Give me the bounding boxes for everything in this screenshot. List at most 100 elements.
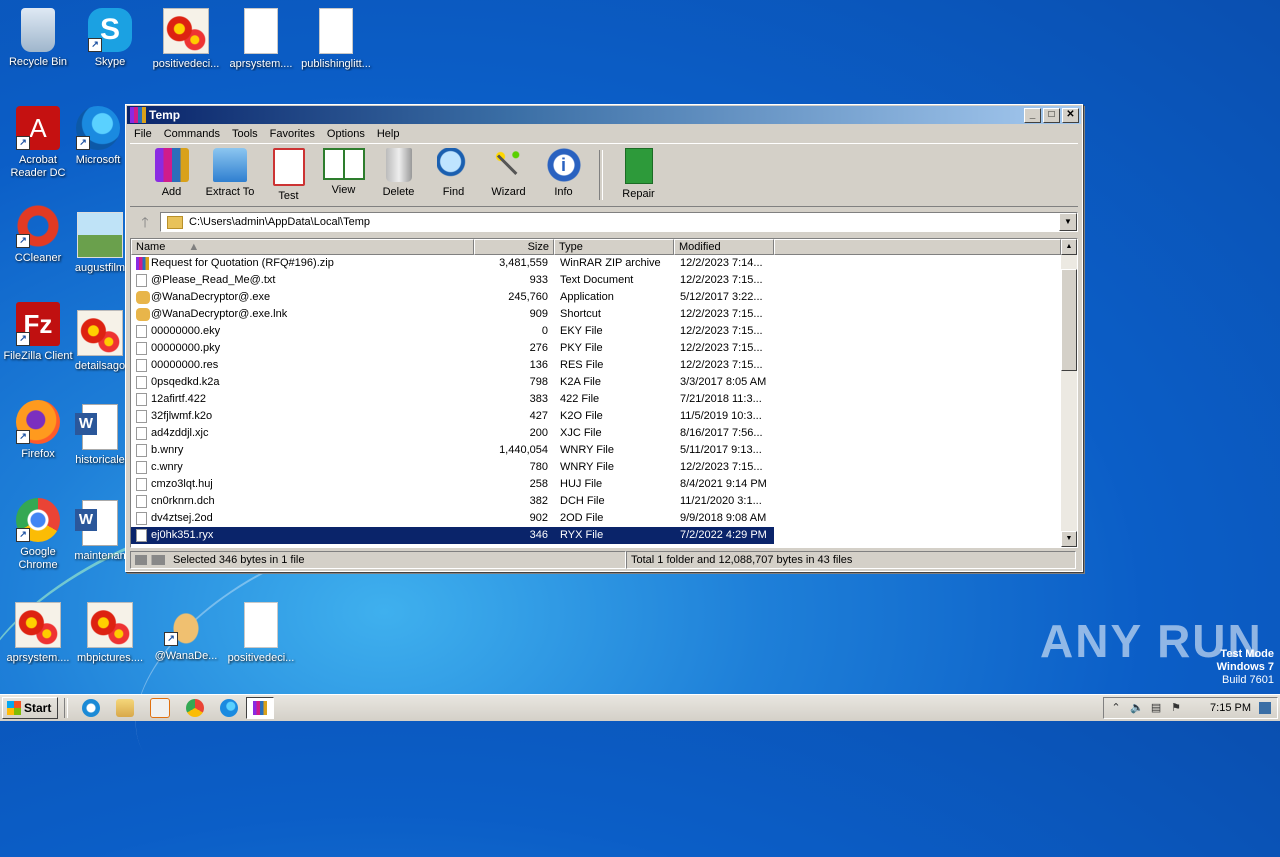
file-row[interactable]: b.wnry 1,440,054 WNRY File 5/11/2017 9:13..… <box>131 442 1077 459</box>
desktop-icon-word-doc[interactable]: maintenan <box>72 500 128 563</box>
file-name-cell: c.wnry <box>131 459 474 476</box>
media-player-icon[interactable] <box>150 698 171 718</box>
title-bar[interactable]: Temp _ □ ✕ <box>127 106 1081 124</box>
find-button[interactable]: Find <box>426 144 481 206</box>
file-row[interactable]: 00000000.pky 276 PKY File 12/2/2023 7:15... <box>131 340 1077 357</box>
skype-icon: S ↗ <box>88 8 132 52</box>
file-row[interactable]: dv4ztsej.2od 902 2OD File 9/9/2018 9:08 AM <box>131 510 1077 527</box>
file-row[interactable]: cmzo3lqt.huj 258 HUJ File 8/4/2021 9:14 PM <box>131 476 1077 493</box>
file-modified-cell: 12/2/2023 7:15... <box>680 325 763 337</box>
file-row[interactable]: 32fjlwmf.k2o 427 K2O File 11/5/2019 10:3... <box>131 408 1077 425</box>
close-button[interactable]: ✕ <box>1062 108 1079 123</box>
desktop-icon-filezilla[interactable]: Fz ↗ FileZilla Client <box>0 302 76 363</box>
file-row[interactable]: @WanaDecryptor@.exe 245,760 Application 5/1… <box>131 289 1077 306</box>
menu-options[interactable]: Options <box>321 125 371 143</box>
desktop-icon-skype[interactable]: S ↗ Skype <box>72 8 148 69</box>
file-row[interactable]: 00000000.eky 0 EKY File 12/2/2023 7:15... <box>131 323 1077 340</box>
desktop-icon-recycle-bin[interactable]: Recycle Bin <box>0 8 76 69</box>
desktop-icon-file[interactable]: positivedeci... <box>223 602 299 665</box>
show-desktop-icon[interactable] <box>1259 702 1271 714</box>
maximize-button[interactable]: □ <box>1043 108 1060 123</box>
file-icon <box>136 512 147 525</box>
test-button[interactable]: Test <box>261 144 316 206</box>
toolbar-label: View <box>331 184 356 196</box>
desktop-icon-wanadecryptor[interactable]: ↗ @WanaDe... <box>148 602 224 663</box>
sort-ascending-icon: ▲ <box>188 241 200 253</box>
row-filler <box>774 289 1061 306</box>
repair-kit-icon <box>624 148 653 184</box>
winrar-taskbar-button[interactable] <box>246 697 275 719</box>
path-field[interactable]: C:\Users\admin\AppData\Local\Temp ▼ <box>160 212 1078 232</box>
file-size-cell: 3,481,559 <box>499 257 548 269</box>
edge-icon[interactable] <box>220 699 239 717</box>
row-filler <box>774 391 1061 408</box>
row-filler <box>774 306 1061 323</box>
chevron-down-icon[interactable]: ▼ <box>1059 213 1077 231</box>
file-row[interactable]: @Please_Read_Me@.txt 933 Text Document 12/2… <box>131 272 1077 289</box>
scroll-up-button[interactable]: ▲ <box>1061 239 1077 255</box>
clock[interactable]: 7:15 PM <box>1210 702 1251 714</box>
scroll-thumb[interactable] <box>1061 269 1077 371</box>
scroll-down-button[interactable]: ▼ <box>1061 531 1077 547</box>
file-row[interactable]: cn0rknrn.dch 382 DCH File 11/21/2020 3:1... <box>131 493 1077 510</box>
row-filler <box>774 374 1061 391</box>
desktop-icon-file[interactable]: publishinglitt... <box>298 8 374 71</box>
menu-tools[interactable]: Tools <box>226 125 264 143</box>
desktop-icon-image-file[interactable]: aprsystem.... <box>0 602 76 665</box>
file-size-cell: 427 <box>529 410 548 422</box>
toolbar-separator <box>599 150 603 200</box>
delete-button[interactable]: Delete <box>371 144 426 206</box>
file-explorer-icon[interactable] <box>116 699 135 717</box>
file-row[interactable]: 00000000.res 136 RES File 12/2/2023 7:15... <box>131 357 1077 374</box>
file-type-cell: RES File <box>560 359 604 371</box>
desktop-icon-word-doc[interactable]: historicale <box>72 404 128 467</box>
repair-button[interactable]: Repair <box>611 144 666 206</box>
row-filler <box>774 476 1061 493</box>
desktop-icon-file[interactable]: aprsystem.... <box>223 8 299 71</box>
desktop-icon-image-file[interactable]: detailsago <box>72 310 128 373</box>
desktop-icon-image-file[interactable]: augustfilm <box>72 212 128 275</box>
wizard-button[interactable]: Wizard <box>481 144 536 206</box>
extract-to-button[interactable]: Extract To <box>199 144 261 206</box>
network-icon[interactable]: ▤ <box>1150 702 1162 714</box>
internet-explorer-icon[interactable] <box>82 699 101 717</box>
file-row[interactable]: c.wnry 780 WNRY File 12/2/2023 7:15... <box>131 459 1077 476</box>
desktop-icon-firefox[interactable]: ↗ Firefox <box>0 400 76 461</box>
desktop-icon-label: positivedeci... <box>227 652 295 664</box>
start-button[interactable]: Start <box>2 697 59 719</box>
speaker-icon[interactable]: 🔈 <box>1130 702 1144 714</box>
info-button[interactable]: i Info <box>536 144 591 206</box>
desktop-icon-image-file[interactable]: mbpictures.... <box>72 602 148 665</box>
column-type[interactable]: Type <box>554 239 674 255</box>
column-size[interactable]: Size <box>474 239 554 255</box>
column-name[interactable]: Name ▲ <box>131 239 474 255</box>
file-modified-cell: 5/12/2017 3:22... <box>680 291 763 303</box>
file-modified-cell: 11/5/2019 10:3... <box>680 410 762 422</box>
view-button[interactable]: View <box>316 144 371 206</box>
chrome-icon[interactable] <box>186 699 205 717</box>
desktop-icon-chrome[interactable]: ↗ Google Chrome <box>0 498 76 572</box>
file-row[interactable]: 12afirtf.422 383 422 File 7/21/2018 11:3... <box>131 391 1077 408</box>
tray-expand-icon[interactable]: ⌃ <box>1110 702 1122 714</box>
file-modified-cell: 12/2/2023 7:14... <box>680 257 763 269</box>
menu-file[interactable]: File <box>128 125 158 143</box>
menu-favorites[interactable]: Favorites <box>264 125 321 143</box>
file-row[interactable]: ej0hk351.ryx 346 RYX File 7/2/2022 4:29 PM <box>131 527 1077 544</box>
menu-commands[interactable]: Commands <box>158 125 226 143</box>
file-row[interactable]: Request for Quotation (RFQ#196).zip 3,481… <box>131 255 1077 272</box>
file-row[interactable]: 0psqedkd.k2a 798 K2A File 3/3/2017 8:05 AM <box>131 374 1077 391</box>
up-folder-button[interactable]: 🡑 <box>130 211 160 233</box>
add-button[interactable]: Add <box>144 144 199 206</box>
desktop-icon-ccleaner[interactable]: ↗ CCleaner <box>0 204 76 265</box>
menu-help[interactable]: Help <box>371 125 406 143</box>
file-row[interactable]: @WanaDecryptor@.exe.lnk 909 Shortcut 12/2/2… <box>131 306 1077 323</box>
column-modified[interactable]: Modified <box>674 239 774 255</box>
file-row[interactable]: ad4zddjl.xjc 200 XJC File 8/16/2017 7:56... <box>131 425 1077 442</box>
desktop-icon-image-file[interactable]: positivedeci... <box>148 8 224 71</box>
file-name-cell: 00000000.eky <box>131 323 474 340</box>
action-center-flag-icon[interactable]: ⚑ <box>1170 702 1182 714</box>
desktop-icon-label: FileZilla Client <box>3 350 73 362</box>
menu-bar: File Commands Tools Favorites Options He… <box>126 125 1082 143</box>
vertical-scrollbar[interactable]: ▲ ▼ <box>1061 239 1077 547</box>
minimize-button[interactable]: _ <box>1024 108 1041 123</box>
